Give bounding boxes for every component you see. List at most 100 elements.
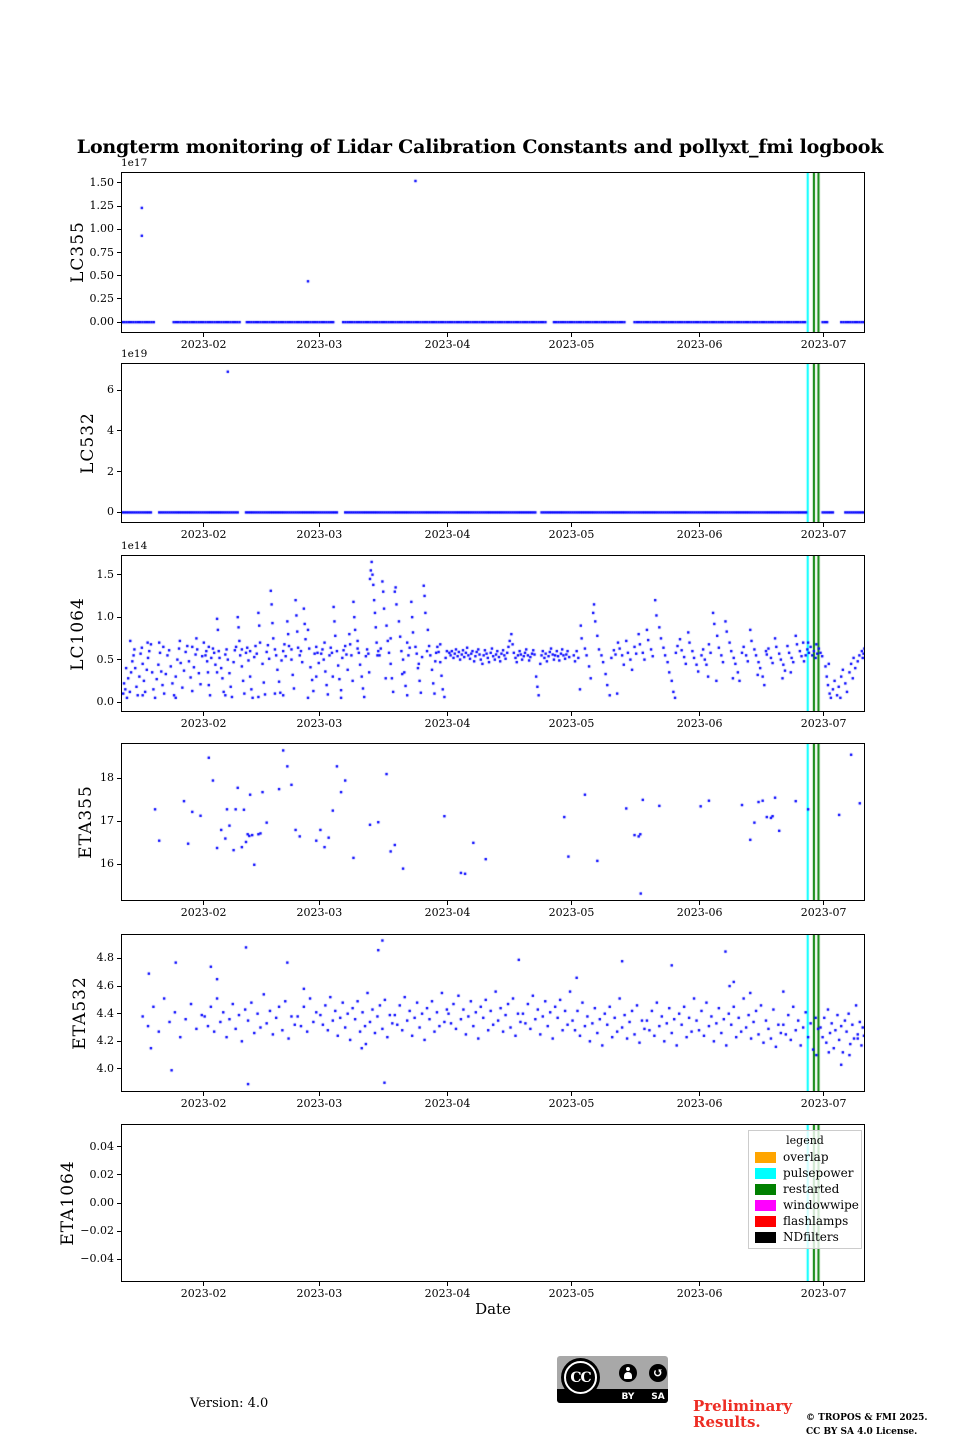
y-tick-label: 4.8: [2, 951, 114, 964]
x-tick-label: 2023-07: [789, 528, 859, 541]
x-tick-label: 2023-05: [537, 906, 607, 919]
x-tick-mark: [319, 712, 320, 716]
legend-item-label: pulsepower: [783, 1167, 854, 1179]
x-tick-label: 2023-06: [665, 528, 735, 541]
x-tick-mark: [823, 523, 824, 527]
y-tick-label: 0.0: [2, 695, 114, 708]
x-tick-label: 2023-03: [284, 528, 354, 541]
y-tick-mark: [117, 1146, 121, 1147]
y-tick-label: 4.6: [2, 979, 114, 992]
y-tick-label: 2: [2, 465, 114, 478]
y-tick-label: 0.00: [2, 1196, 114, 1209]
x-tick-label: 2023-05: [537, 1287, 607, 1300]
legend-item-flashlamps: flashlamps: [755, 1215, 855, 1227]
by-caption: BY: [619, 1392, 637, 1402]
legend-item-label: flashlamps: [783, 1215, 848, 1227]
figure-title: Longterm monitoring of Lidar Calibration…: [0, 136, 960, 158]
x-tick-label: 2023-07: [789, 1287, 859, 1300]
legend-title: legend: [755, 1134, 855, 1147]
y-tick-label: 0.5: [2, 653, 114, 666]
y-tick-label: 4.0: [2, 1062, 114, 1075]
y-tick-mark: [117, 778, 121, 779]
flashlamps-swatch: [755, 1216, 776, 1227]
x-tick-mark: [571, 523, 572, 527]
y-tick-mark: [117, 390, 121, 391]
x-tick-mark: [319, 1092, 320, 1096]
y-tick-label: −0.02: [2, 1224, 114, 1237]
x-tick-mark: [571, 712, 572, 716]
subplot-eta532: [121, 934, 865, 1092]
y-tick-label: 4: [2, 424, 114, 437]
x-tick-mark: [203, 712, 204, 716]
subplot-lc532: [121, 363, 865, 523]
x-tick-label: 2023-04: [413, 717, 483, 730]
legend-item-pulsepower: pulsepower: [755, 1167, 855, 1179]
y-tick-mark: [117, 298, 121, 299]
attribution-person-icon: [619, 1364, 637, 1382]
y-tick-mark: [117, 1174, 121, 1175]
offset-label-1e17: 1e17: [121, 157, 147, 169]
x-tick-mark: [447, 712, 448, 716]
x-tick-label: 2023-05: [537, 1097, 607, 1110]
y-tick-label: 0.04: [2, 1140, 114, 1153]
offset-label-1e19: 1e19: [121, 348, 147, 360]
x-tick-mark: [447, 901, 448, 905]
x-tick-mark: [571, 333, 572, 337]
y-tick-mark: [117, 821, 121, 822]
x-tick-mark: [447, 1282, 448, 1286]
x-tick-label: 2023-03: [284, 906, 354, 919]
y-tick-mark: [117, 1068, 121, 1069]
x-tick-mark: [319, 523, 320, 527]
x-tick-mark: [699, 523, 700, 527]
y-tick-label: 1.00: [2, 222, 114, 235]
x-tick-label: 2023-04: [413, 338, 483, 351]
x-tick-mark: [447, 523, 448, 527]
x-tick-label: 2023-03: [284, 717, 354, 730]
lc1064-plot-canvas: [122, 556, 864, 711]
x-tick-label: 2023-02: [169, 528, 239, 541]
legend-item-label: overlap: [783, 1151, 829, 1163]
y-tick-mark: [117, 1203, 121, 1204]
y-tick-label: 1.50: [2, 176, 114, 189]
x-tick-mark: [203, 333, 204, 337]
x-tick-mark: [823, 1282, 824, 1286]
y-tick-mark: [117, 958, 121, 959]
x-tick-label: 2023-07: [789, 906, 859, 919]
x-tick-mark: [203, 523, 204, 527]
y-tick-label: 6: [2, 383, 114, 396]
y-tick-mark: [117, 617, 121, 618]
x-tick-mark: [823, 1092, 824, 1096]
y-tick-label: 4.2: [2, 1034, 114, 1047]
legend-box: legend overlap pulsepower restarted wind…: [748, 1130, 862, 1249]
y-tick-label: 1.5: [2, 568, 114, 581]
legend-item-label: NDfilters: [783, 1231, 839, 1243]
x-tick-label: 2023-05: [537, 528, 607, 541]
x-tick-label: 2023-06: [665, 717, 735, 730]
y-tick-mark: [117, 275, 121, 276]
x-axis-label: Date: [121, 1300, 865, 1318]
y-tick-mark: [117, 182, 121, 183]
x-tick-mark: [823, 901, 824, 905]
y-tick-mark: [117, 1231, 121, 1232]
y-tick-mark: [117, 864, 121, 865]
x-tick-label: 2023-07: [789, 717, 859, 730]
y-tick-label: 0: [2, 505, 114, 518]
lc355-plot-canvas: [122, 173, 864, 332]
x-tick-mark: [823, 712, 824, 716]
legend-item-overlap: overlap: [755, 1151, 855, 1163]
x-tick-mark: [571, 1282, 572, 1286]
x-tick-mark: [447, 1092, 448, 1096]
y-tick-mark: [117, 986, 121, 987]
x-tick-mark: [319, 1282, 320, 1286]
x-tick-label: 2023-04: [413, 1287, 483, 1300]
y-tick-mark: [117, 1041, 121, 1042]
x-tick-label: 2023-07: [789, 338, 859, 351]
legend-item-label: windowwipe: [783, 1199, 859, 1211]
x-tick-label: 2023-06: [665, 1287, 735, 1300]
x-tick-label: 2023-06: [665, 338, 735, 351]
x-tick-label: 2023-02: [169, 1097, 239, 1110]
version-text: Version: 4.0: [190, 1396, 268, 1411]
y-tick-mark: [117, 1013, 121, 1014]
y-tick-label: −0.04: [2, 1252, 114, 1265]
offset-label-1e14: 1e14: [121, 540, 147, 552]
